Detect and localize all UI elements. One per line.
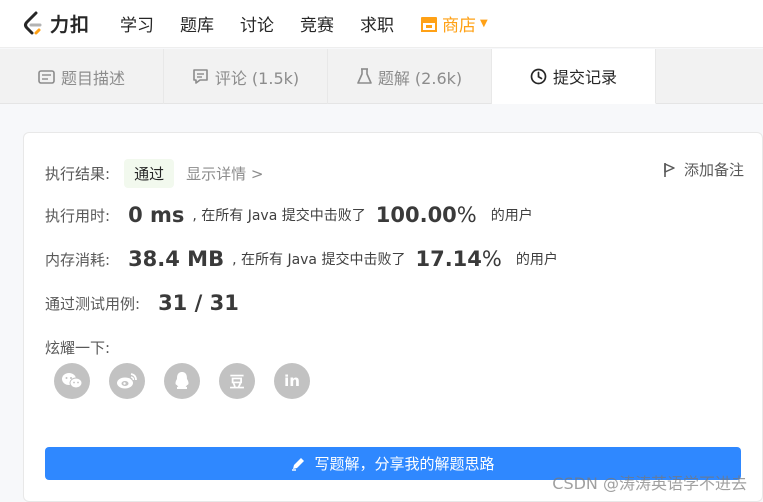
- description-icon: [38, 69, 55, 84]
- comment-icon: [193, 68, 208, 84]
- result-row: 执行结果: 通过 显示详情 >: [45, 159, 263, 188]
- status-badge: 通过: [124, 159, 175, 188]
- problem-tabs: 题目描述 评论 (1.5k) 题解 (2.6k) 提交记录: [0, 49, 763, 104]
- tab-label: 题解 (2.6k): [377, 68, 463, 88]
- shop-label: 商店: [442, 16, 477, 36]
- runtime-beat-text: , 在所有 Java 提交中击败了: [192, 208, 366, 224]
- result-label: 执行结果:: [45, 165, 111, 183]
- logo-text: 力扣: [50, 14, 91, 36]
- flask-icon: [357, 68, 372, 84]
- submission-result-card: 执行结果: 通过 显示详情 > 添加备注 执行用时: 0 ms , 在所有 Ja…: [23, 132, 763, 502]
- tests-value: 31 / 31: [158, 291, 239, 315]
- linkedin-icon: in: [284, 372, 300, 390]
- share-label: 炫耀一下:: [45, 339, 111, 357]
- memory-label: 内存消耗:: [45, 250, 111, 269]
- nav-item-study[interactable]: 学习: [120, 11, 154, 36]
- tab-solutions[interactable]: 题解 (2.6k): [328, 49, 492, 104]
- logo[interactable]: 力扣: [22, 10, 90, 37]
- write-solution-label: 写题解，分享我的解题思路: [314, 455, 495, 473]
- show-details-link[interactable]: 显示详情 >: [186, 163, 263, 184]
- douban-icon: 豆: [229, 372, 245, 391]
- share-wechat-button[interactable]: [54, 363, 90, 399]
- nav-item-shop[interactable]: 商店 ▼: [420, 11, 488, 36]
- runtime-percent-sign: %: [456, 203, 477, 227]
- runtime-value: 0 ms: [128, 203, 185, 227]
- memory-beat-text: , 在所有 Java 提交中击败了: [232, 252, 406, 268]
- tab-label: 题目描述: [60, 68, 125, 88]
- tab-description[interactable]: 题目描述: [0, 49, 164, 104]
- tab-submissions[interactable]: 提交记录: [492, 49, 656, 104]
- runtime-label: 执行用时:: [45, 206, 111, 225]
- wechat-icon: [62, 373, 83, 389]
- add-note-label: 添加备注: [683, 161, 744, 179]
- memory-tail-text: 的用户: [515, 252, 558, 268]
- clock-icon: [530, 68, 547, 84]
- shop-icon: [421, 16, 438, 32]
- leetcode-logo-icon: [24, 11, 42, 34]
- flag-icon: [664, 162, 675, 177]
- runtime-row: 执行用时: 0 ms , 在所有 Java 提交中击败了 100.00 % 的用…: [45, 203, 533, 227]
- tests-label: 通过测试用例:: [45, 294, 141, 313]
- share-linkedin-button[interactable]: in: [274, 363, 310, 399]
- watermark: CSDN @涛涛英语学不进去: [552, 474, 747, 493]
- tab-label: 提交记录: [552, 68, 617, 87]
- qq-icon: [175, 372, 189, 389]
- memory-row: 内存消耗: 38.4 MB , 在所有 Java 提交中击败了 17.14 % …: [45, 247, 558, 271]
- pencil-icon: [292, 458, 305, 471]
- share-buttons: 豆 in: [54, 363, 329, 399]
- tab-label: 评论 (1.5k): [214, 68, 300, 88]
- share-douban-button[interactable]: 豆: [219, 363, 255, 399]
- memory-percent-sign: %: [481, 247, 502, 271]
- top-navbar: 力扣 学习 题库 讨论 竞赛 求职 商店 ▼: [0, 0, 763, 48]
- tab-comments[interactable]: 评论 (1.5k): [164, 49, 328, 104]
- share-weibo-button[interactable]: [109, 363, 145, 399]
- add-note-button[interactable]: 添加备注: [663, 159, 744, 180]
- runtime-tail-text: 的用户: [490, 208, 533, 224]
- share-qq-button[interactable]: [164, 363, 200, 399]
- nav-item-discuss[interactable]: 讨论: [240, 11, 274, 36]
- tests-row: 通过测试用例: 31 / 31: [45, 291, 239, 315]
- nav-item-problems[interactable]: 题库: [180, 11, 214, 36]
- memory-value: 38.4 MB: [128, 247, 225, 271]
- runtime-percent: 100.00: [375, 203, 457, 227]
- weibo-icon: [117, 373, 137, 389]
- nav-item-jobs[interactable]: 求职: [360, 11, 394, 36]
- chevron-down-icon: ▼: [480, 18, 488, 29]
- nav-item-contest[interactable]: 竞赛: [300, 11, 334, 36]
- memory-percent: 17.14: [415, 247, 482, 271]
